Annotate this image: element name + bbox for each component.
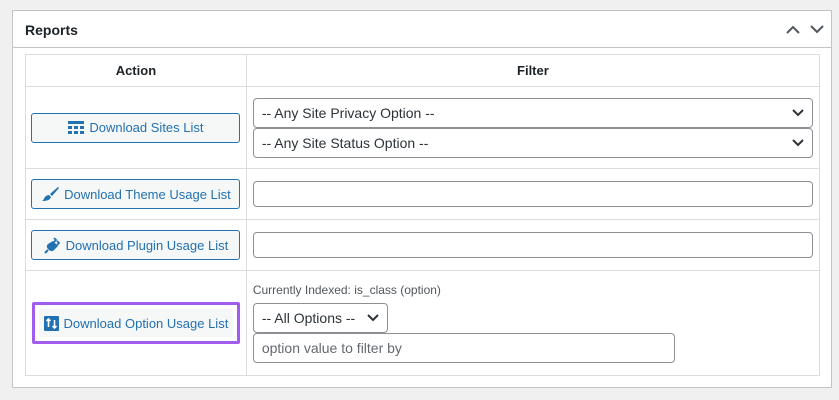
indexed-status-note: Currently Indexed: is_class (option) (252, 283, 441, 297)
theme-filter-input[interactable] (252, 181, 813, 207)
chevron-down-icon (792, 108, 804, 117)
site-privacy-select[interactable]: -- Any Site Privacy Option -- (252, 97, 813, 128)
table-grid-icon (68, 120, 85, 135)
download-sites-list-label: Download Sites List (89, 120, 204, 135)
action-column-header: Action (25, 54, 247, 87)
panel-header: Reports (13, 11, 831, 48)
chevron-down-icon[interactable] (809, 21, 825, 37)
table-row-option: Download Option Usage List Currently Ind… (25, 270, 821, 376)
download-plugin-usage-list-button[interactable]: Download Plugin Usage List (31, 230, 241, 260)
focus-ring: Download Option Usage List (31, 302, 240, 344)
download-plugin-usage-list-label: Download Plugin Usage List (65, 237, 229, 253)
chevron-down-icon (367, 314, 379, 322)
option-value-placeholder: option value to filter by (261, 340, 402, 356)
site-privacy-select-value: -- Any Site Privacy Option -- (261, 104, 435, 121)
paintbrush-icon (41, 186, 60, 202)
option-value-filter-input[interactable]: option value to filter by (252, 333, 675, 363)
all-options-select-value: -- All Options -- (261, 310, 356, 326)
table-row-sites: Download Sites List -- Any Site Privacy … (25, 86, 821, 169)
chevron-down-icon (792, 138, 804, 147)
download-theme-usage-list-label: Download Theme Usage List (64, 186, 231, 202)
download-sites-list-button[interactable]: Download Sites List (31, 112, 241, 143)
site-status-select-value: -- Any Site Status Option -- (261, 134, 429, 151)
filter-column-header: Filter (245, 54, 821, 87)
sort-arrows-icon (43, 315, 59, 331)
plugin-filter-input[interactable] (252, 232, 813, 258)
download-option-usage-list-label: Download Option Usage List (63, 315, 229, 331)
panel-title: Reports (25, 22, 78, 38)
all-options-select[interactable]: -- All Options -- (252, 303, 388, 333)
reports-table: Action Filter Download Sites List -- Any… (25, 54, 821, 376)
chevron-up-icon[interactable] (785, 21, 801, 37)
table-row-plugin: Download Plugin Usage List (25, 219, 821, 271)
download-option-usage-list-button[interactable]: Download Option Usage List (37, 308, 234, 338)
plugin-icon (43, 236, 61, 254)
table-row-theme: Download Theme Usage List (25, 168, 821, 220)
download-theme-usage-list-button[interactable]: Download Theme Usage List (31, 179, 241, 209)
site-status-select[interactable]: -- Any Site Status Option -- (252, 127, 813, 158)
